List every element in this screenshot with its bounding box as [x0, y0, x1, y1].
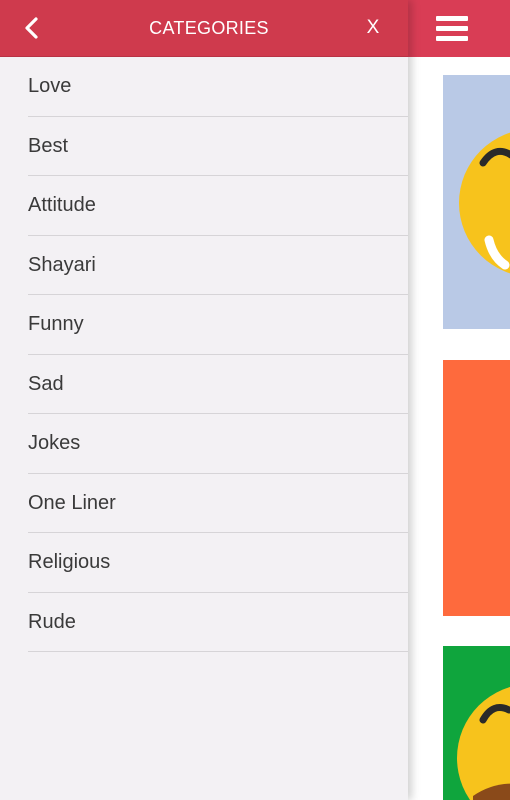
category-item-love[interactable]: Love: [0, 57, 408, 117]
chevron-left-icon[interactable]: [18, 12, 48, 44]
category-label: Rude: [28, 610, 76, 633]
category-label: One Liner: [28, 491, 116, 514]
drawer-header: CATEGORIES X: [0, 0, 408, 57]
close-button[interactable]: X: [358, 14, 388, 42]
emoji-face-icon: [443, 646, 510, 800]
divider: [28, 651, 408, 652]
drawer-title: CATEGORIES: [149, 18, 269, 38]
app-screen: CATEGORIES X Love Best Attitude Shayari …: [0, 0, 510, 800]
category-label: Funny: [28, 313, 84, 335]
emoji-face-icon: [443, 75, 510, 329]
category-label: Jokes: [28, 432, 81, 454]
category-item-best[interactable]: Best: [0, 117, 408, 176]
category-item-sad[interactable]: Sad: [0, 355, 408, 414]
category-item-religious[interactable]: Religious: [0, 533, 408, 593]
card-image: [443, 360, 510, 616]
category-list: Love Best Attitude Shayari Funny Sad Jok…: [0, 57, 408, 652]
category-label: Best: [28, 134, 69, 157]
category-label: Sad: [28, 372, 64, 395]
category-item-jokes[interactable]: Jokes: [0, 414, 408, 474]
quote-card[interactable]: [443, 360, 510, 616]
quote-card[interactable]: [443, 646, 510, 800]
category-item-funny[interactable]: Funny: [0, 295, 408, 355]
category-label: Attitude: [28, 194, 96, 216]
category-item-attitude[interactable]: Attitude: [0, 176, 408, 236]
category-label: Religious: [28, 551, 111, 573]
category-item-rude[interactable]: Rude: [0, 593, 408, 652]
hamburger-menu-icon[interactable]: [436, 14, 468, 42]
category-item-one-liner[interactable]: One Liner: [0, 474, 408, 533]
category-label: Love: [28, 75, 72, 97]
quote-card[interactable]: [443, 75, 510, 329]
category-label: Shayari: [28, 253, 96, 276]
categories-drawer: CATEGORIES X Love Best Attitude Shayari …: [0, 0, 408, 800]
category-item-shayari[interactable]: Shayari: [0, 236, 408, 295]
